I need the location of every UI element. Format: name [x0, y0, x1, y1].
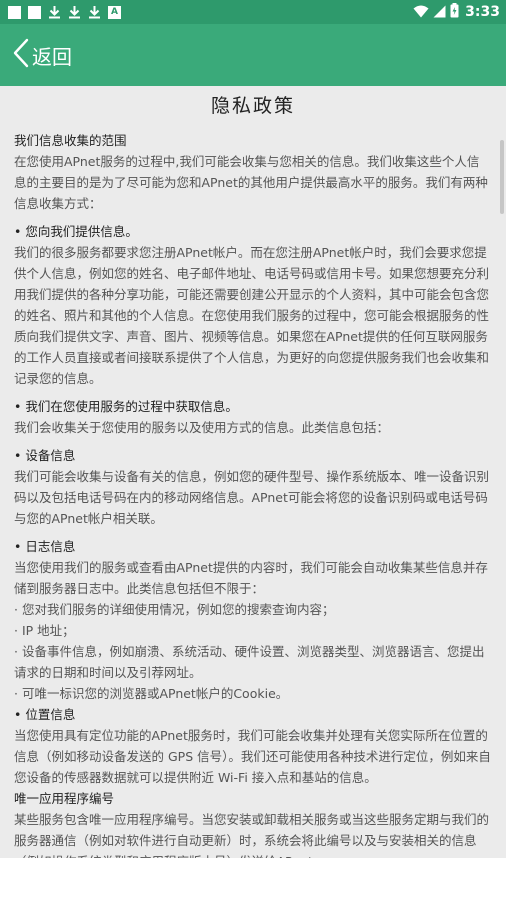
policy-paragraph: · 设备事件信息，例如崩溃、系统活动、硬件设置、浏览器类型、浏览器语言、您提出请… — [14, 644, 485, 680]
policy-heading: • 您向我们提供信息。 — [14, 224, 138, 239]
notification-square-icon — [28, 5, 41, 19]
status-bar: A 3:33 — [0, 0, 506, 24]
policy-paragraph: · 您对我们服务的详细使用情况，例如您的搜索查询内容； — [14, 602, 335, 617]
policy-paragraph: 当您使用我们的服务或查看由APnet提供的内容时，我们可能会自动收集某些信息并存… — [14, 560, 488, 596]
policy-paragraph: · IP 地址； — [14, 623, 75, 638]
policy-paragraph: 在您使用APnet服务的过程中,我们可能会收集与您相关的信息。我们收集这些个人信… — [14, 154, 488, 211]
back-button[interactable]: 返回 — [12, 38, 72, 72]
download-icon — [88, 5, 101, 19]
wifi-icon — [413, 3, 429, 22]
policy-heading: 唯一应用程序编号 — [14, 791, 115, 806]
policy-heading: • 日志信息 — [14, 539, 76, 554]
policy-paragraph: 我们的很多服务都要求您注册APnet帐户。而在您注册APnet帐户时，我们会要求… — [14, 245, 490, 386]
bottom-blank-area — [0, 858, 506, 898]
app-bar: 返回 — [0, 24, 506, 86]
battery-icon — [450, 2, 459, 22]
signal-icon — [433, 3, 446, 22]
policy-paragraph: 我们会收集关于您使用的服务以及使用方式的信息。此类信息包括： — [14, 420, 390, 435]
policy-paragraph: 当您使用具有定位功能的APnet服务时，我们可能会收集并处理有关您实际所在位置的… — [14, 728, 491, 785]
policy-heading: 我们信息收集的范围 — [14, 133, 127, 148]
notification-icons: A — [8, 4, 121, 20]
chevron-left-icon — [12, 38, 30, 72]
download-icon — [68, 5, 81, 19]
policy-scroll-area[interactable]: 我们信息收集的范围在您使用APnet服务的过程中,我们可能会收集与您相关的信息。… — [0, 126, 506, 858]
back-label: 返回 — [32, 44, 72, 69]
system-status: 3:33 — [413, 2, 500, 22]
page-title: 隐私政策 — [210, 95, 295, 117]
download-icon — [48, 5, 61, 19]
notification-square-icon — [8, 5, 21, 19]
policy-paragraph: 我们可能会收集与设备有关的信息，例如您的硬件型号、操作系统版本、唯一设备识别码以… — [14, 469, 490, 526]
scrollbar-thumb[interactable] — [500, 140, 504, 214]
policy-content: 我们信息收集的范围在您使用APnet服务的过程中,我们可能会收集与您相关的信息。… — [0, 126, 499, 858]
status-time: 3:33 — [465, 4, 500, 20]
policy-heading: • 设备信息 — [14, 448, 76, 463]
app-notification-icon: A — [108, 5, 121, 19]
title-area: 隐私政策 — [0, 86, 506, 127]
policy-heading: • 我们在您使用服务的过程中获取信息。 — [14, 399, 238, 414]
policy-heading: • 位置信息 — [14, 707, 76, 722]
policy-paragraph: · 可唯一标识您的浏览器或APnet帐户的Cookie。 — [14, 686, 289, 701]
policy-paragraph: 某些服务包含唯一应用程序编号。当您安装或卸载相关服务或当这些服务定期与我们的服务… — [14, 812, 490, 858]
